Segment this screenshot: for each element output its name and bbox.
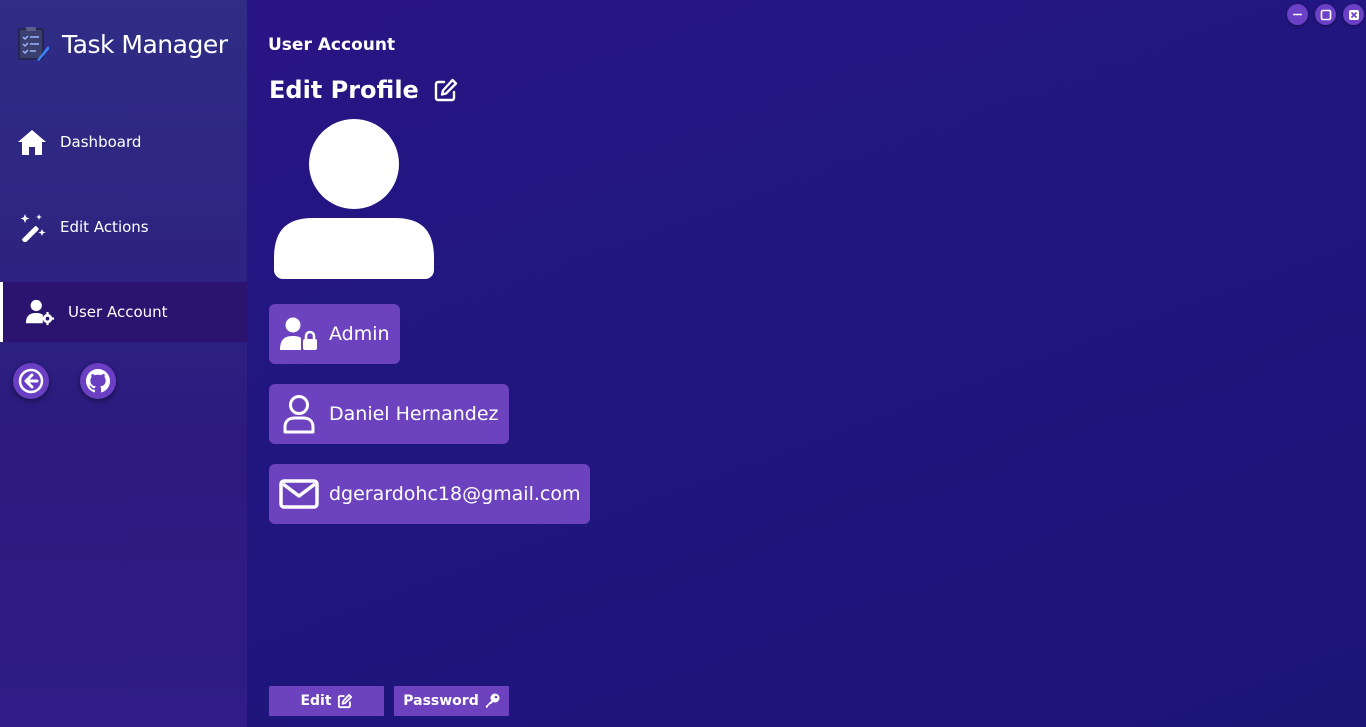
maximize-icon	[1320, 9, 1331, 20]
user-lock-icon	[279, 314, 319, 354]
name-chip[interactable]: Daniel Hernandez	[269, 384, 509, 444]
user-icon	[279, 394, 319, 434]
maximize-button[interactable]	[1315, 4, 1336, 25]
role-value: Admin	[329, 323, 390, 345]
key-icon	[485, 693, 500, 708]
password-button-label: Password	[403, 693, 479, 709]
sidebar-item-edit-actions[interactable]: Edit Actions	[0, 197, 247, 257]
sidebar-item-label: User Account	[68, 303, 168, 321]
github-icon	[86, 369, 110, 393]
user-gear-icon	[25, 297, 55, 327]
back-arrow-icon	[18, 368, 44, 394]
close-icon	[1348, 9, 1359, 20]
page-title: User Account	[268, 35, 396, 55]
app-title: Task Manager	[62, 29, 228, 59]
edit-icon[interactable]	[433, 77, 459, 103]
sidebar-item-label: Edit Actions	[60, 218, 149, 236]
email-value: dgerardohc18@gmail.com	[329, 483, 581, 505]
edit-profile-heading: Edit Profile	[269, 76, 459, 104]
sidebar: Task Manager Dashboard Edit Actions User…	[0, 0, 247, 727]
avatar	[274, 119, 434, 279]
password-button[interactable]: Password	[394, 686, 509, 716]
email-chip[interactable]: dgerardohc18@gmail.com	[269, 464, 591, 524]
minimize-button[interactable]	[1287, 4, 1308, 25]
magic-wand-icon	[17, 212, 47, 242]
github-button[interactable]	[80, 363, 116, 399]
sidebar-item-dashboard[interactable]: Dashboard	[0, 112, 247, 172]
sidebar-item-user-account[interactable]: User Account	[0, 282, 247, 342]
edit-button[interactable]: Edit	[269, 686, 384, 716]
brand: Task Manager	[17, 26, 228, 62]
role-chip[interactable]: Admin	[269, 304, 400, 364]
sidebar-item-label: Dashboard	[60, 133, 142, 151]
home-icon	[17, 127, 47, 157]
minimize-icon	[1293, 13, 1302, 16]
close-button[interactable]	[1343, 4, 1364, 25]
name-value: Daniel Hernandez	[329, 403, 499, 425]
edit-icon	[337, 693, 352, 709]
edit-button-label: Edit	[300, 693, 332, 709]
back-button[interactable]	[13, 363, 49, 399]
envelope-icon	[279, 474, 319, 514]
edit-profile-title: Edit Profile	[269, 76, 419, 104]
task-list-logo-icon	[18, 27, 49, 61]
